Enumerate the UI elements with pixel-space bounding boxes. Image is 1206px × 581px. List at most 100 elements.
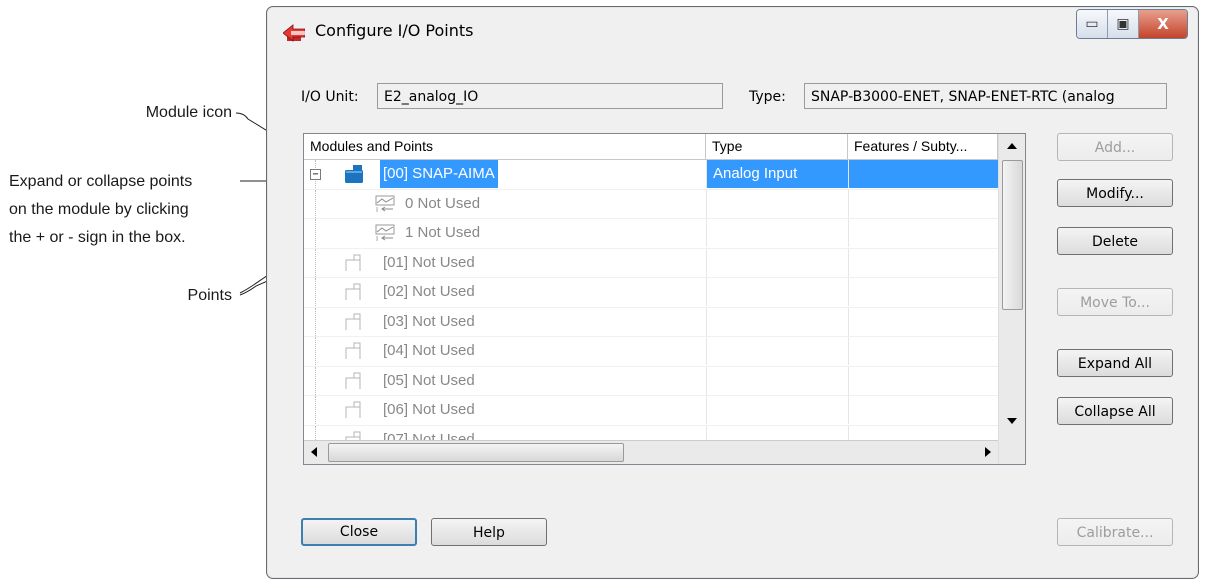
tree-guide-line xyxy=(315,396,316,424)
callout-module-icon: Module icon xyxy=(145,104,232,121)
row-label: 1 Not Used xyxy=(405,224,481,241)
row-name-cell: [06] Not Used xyxy=(304,396,706,424)
point-row[interactable]: I 0 Not Used xyxy=(304,189,999,219)
row-features-cell xyxy=(848,307,999,336)
row-label: 0 Not Used xyxy=(405,194,481,212)
empty-slot-row[interactable]: [05] Not Used xyxy=(304,366,999,396)
module-row[interactable]: − [00] SNAP-AIMA Analog Input xyxy=(304,160,999,190)
row-label: [04] Not Used xyxy=(383,342,475,359)
analog-point-icon: I xyxy=(375,195,395,213)
tree-guide-line xyxy=(315,337,316,365)
empty-module-slot-icon xyxy=(345,283,361,300)
vertical-scroll-thumb[interactable] xyxy=(1002,160,1023,310)
callout-expand-line2: on the module by clicking xyxy=(9,201,189,218)
empty-module-slot-icon xyxy=(345,401,361,418)
callout-points: Points xyxy=(187,287,232,304)
grid-header: Modules and Points Type Features / Subty… xyxy=(304,134,1025,160)
empty-module-slot-icon xyxy=(345,372,361,389)
point-row[interactable]: I 1 Not Used xyxy=(304,219,998,249)
io-unit-label: I/O Unit: xyxy=(301,89,359,105)
empty-module-slot-icon xyxy=(345,342,361,359)
close-window-button[interactable]: X xyxy=(1139,10,1187,38)
scroll-down-icon[interactable] xyxy=(1007,418,1017,424)
delete-button[interactable]: Delete xyxy=(1057,227,1173,255)
configure-io-points-dialog: Configure I/O Points ▭ ▣ X I/O Unit: E2_… xyxy=(266,6,1199,579)
empty-slot-row[interactable]: [04] Not Used xyxy=(304,337,998,367)
row-type-cell xyxy=(706,366,848,395)
row-features-cell xyxy=(848,248,999,277)
modify-button[interactable]: Modify... xyxy=(1057,179,1173,207)
row-features-cell xyxy=(848,366,999,395)
callout-expand-line3: the + or - sign in the box. xyxy=(9,229,186,246)
column-header-modules-points[interactable]: Modules and Points xyxy=(304,134,706,159)
row-name-cell: − [00] SNAP-AIMA xyxy=(304,160,706,188)
help-button[interactable]: Help xyxy=(431,518,547,546)
tree-guide-line xyxy=(315,248,316,277)
row-name-cell: I 0 Not Used xyxy=(304,189,706,218)
grid-rows: − [00] SNAP-AIMA Analog Input I 0 Not Used I 1… xyxy=(304,160,999,455)
callout-expand-line1: Expand or collapse points xyxy=(9,173,193,190)
scroll-left-icon[interactable] xyxy=(311,447,317,457)
column-header-type[interactable]: Type xyxy=(706,134,848,159)
title-bar[interactable]: Configure I/O Points ▭ ▣ X xyxy=(267,7,1198,57)
row-type-cell xyxy=(706,337,848,365)
row-type-cell xyxy=(706,189,848,218)
horizontal-scrollbar[interactable] xyxy=(304,440,998,464)
row-name-cell: [01] Not Used xyxy=(304,248,706,277)
row-label: [05] Not Used xyxy=(383,371,475,389)
row-label: [06] Not Used xyxy=(383,401,475,418)
row-features-cell xyxy=(848,278,999,306)
add-button[interactable]: Add... xyxy=(1057,133,1173,161)
empty-slot-row[interactable]: [03] Not Used xyxy=(304,307,999,337)
expand-all-button[interactable]: Expand All xyxy=(1057,349,1173,377)
tree-guide-line xyxy=(315,278,316,306)
maximize-button[interactable]: ▣ xyxy=(1108,10,1139,38)
type-field: SNAP-B3000-ENET, SNAP-ENET-RTC (analog xyxy=(804,83,1167,109)
io-points-icon xyxy=(283,24,305,42)
tree-guide-line xyxy=(315,219,316,247)
empty-slot-row[interactable]: [02] Not Used xyxy=(304,278,998,308)
svg-text:I: I xyxy=(376,235,378,242)
empty-slot-row[interactable]: [06] Not Used xyxy=(304,396,998,426)
move-to-button[interactable]: Move To... xyxy=(1057,288,1173,316)
collapse-toggle-icon[interactable]: − xyxy=(310,169,321,180)
empty-slot-row[interactable]: [01] Not Used xyxy=(304,248,999,278)
collapse-all-button[interactable]: Collapse All xyxy=(1057,397,1173,425)
empty-module-slot-icon xyxy=(345,254,361,271)
tree-guide-line xyxy=(315,307,316,336)
modules-points-grid[interactable]: Modules and Points Type Features / Subty… xyxy=(303,133,1026,465)
row-features-cell xyxy=(848,189,999,218)
window-title: Configure I/O Points xyxy=(315,21,474,40)
column-header-features[interactable]: Features / Subty... xyxy=(848,134,998,159)
close-button[interactable]: Close xyxy=(301,518,417,546)
row-label: [00] SNAP-AIMA xyxy=(380,160,498,188)
row-type-cell: Analog Input xyxy=(706,160,848,188)
tree-guide-line xyxy=(315,366,316,395)
row-type-cell xyxy=(706,219,848,247)
row-type-cell xyxy=(706,396,848,424)
row-name-cell: [03] Not Used xyxy=(304,307,706,336)
type-label: Type: xyxy=(749,89,786,105)
row-features-cell xyxy=(848,160,999,188)
row-name-cell: [04] Not Used xyxy=(304,337,706,365)
row-name-cell: [05] Not Used xyxy=(304,366,706,395)
scroll-up-icon[interactable] xyxy=(1007,143,1017,149)
row-label: [01] Not Used xyxy=(383,253,475,271)
window-caption-buttons: ▭ ▣ X xyxy=(1076,9,1188,39)
vertical-scrollbar[interactable] xyxy=(998,134,1025,464)
row-features-cell xyxy=(848,219,999,247)
row-label: [03] Not Used xyxy=(383,312,475,330)
row-name-cell: [02] Not Used xyxy=(304,278,706,306)
row-label: [02] Not Used xyxy=(383,283,475,300)
calibrate-button[interactable]: Calibrate... xyxy=(1057,518,1173,546)
svg-text:I: I xyxy=(376,206,378,213)
minimize-button[interactable]: ▭ xyxy=(1077,10,1108,38)
analog-point-icon: I xyxy=(375,224,395,242)
row-features-cell xyxy=(848,396,999,424)
horizontal-scroll-thumb[interactable] xyxy=(328,443,624,462)
row-type-cell xyxy=(706,248,848,277)
empty-module-slot-icon xyxy=(345,313,361,330)
row-type-cell xyxy=(706,307,848,336)
scroll-right-icon[interactable] xyxy=(985,447,991,457)
row-features-cell xyxy=(848,337,999,365)
